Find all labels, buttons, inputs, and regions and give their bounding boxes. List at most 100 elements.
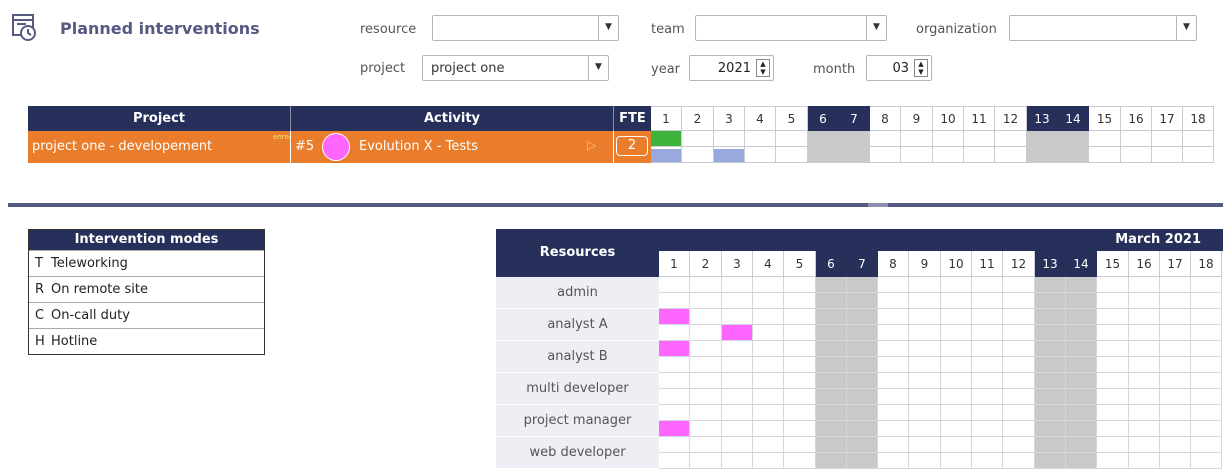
day-cell[interactable]	[816, 453, 847, 469]
day-cell[interactable]	[1121, 131, 1152, 147]
day-cell[interactable]	[784, 421, 816, 437]
day-cell[interactable]	[941, 325, 972, 341]
day-cell[interactable]	[1003, 357, 1035, 373]
day-cell[interactable]	[1160, 421, 1191, 437]
day-cell[interactable]	[1003, 389, 1035, 405]
day-cell[interactable]	[776, 131, 808, 147]
day-cell[interactable]	[941, 309, 972, 325]
day-cell[interactable]	[909, 405, 941, 421]
day-cell[interactable]	[1191, 293, 1222, 309]
day-cell[interactable]	[1066, 293, 1097, 309]
day-cell[interactable]	[1191, 325, 1222, 341]
day-cell[interactable]	[784, 341, 816, 357]
day-cell[interactable]	[847, 293, 878, 309]
day-cell[interactable]	[690, 373, 722, 389]
day-cell[interactable]	[1129, 421, 1160, 437]
day-cell[interactable]	[808, 131, 839, 147]
day-cell[interactable]	[690, 437, 722, 453]
day-cell[interactable]	[901, 131, 933, 147]
day-cell[interactable]	[847, 453, 878, 469]
planned-mark[interactable]	[651, 131, 681, 146]
day-cell[interactable]	[972, 389, 1003, 405]
day-cell[interactable]	[1066, 405, 1097, 421]
day-cell[interactable]	[1003, 277, 1035, 293]
day-cell[interactable]	[1191, 453, 1222, 469]
year-stepper[interactable]: 2021 ▲ ▼	[689, 55, 774, 81]
day-cell[interactable]	[1160, 373, 1191, 389]
chevron-down-icon[interactable]: ▼	[1176, 16, 1196, 40]
day-cell[interactable]	[722, 405, 753, 421]
day-cell[interactable]	[909, 389, 941, 405]
resource-name[interactable]: admin	[496, 277, 659, 309]
day-cell[interactable]	[816, 309, 847, 325]
day-cell[interactable]	[941, 357, 972, 373]
planned-mark[interactable]	[659, 309, 689, 324]
day-cell[interactable]	[1160, 293, 1191, 309]
day-cell[interactable]	[847, 277, 878, 293]
day-cell[interactable]	[714, 131, 745, 147]
day-cell[interactable]	[972, 341, 1003, 357]
day-cell[interactable]	[1129, 341, 1160, 357]
day-cell[interactable]	[1003, 405, 1035, 421]
day-cell[interactable]	[1191, 437, 1222, 453]
day-cell[interactable]	[784, 325, 816, 341]
day-cell[interactable]	[816, 293, 847, 309]
day-cell[interactable]	[816, 341, 847, 357]
day-cell[interactable]	[1035, 277, 1066, 293]
day-cell[interactable]	[659, 373, 690, 389]
day-cell[interactable]	[909, 277, 941, 293]
day-cell[interactable]	[1097, 373, 1129, 389]
day-cell[interactable]	[753, 437, 784, 453]
day-cell[interactable]	[816, 325, 847, 341]
day-cell[interactable]	[816, 421, 847, 437]
day-cell[interactable]	[1129, 277, 1160, 293]
chevron-down-icon[interactable]: ▼	[598, 16, 618, 40]
resource-name[interactable]: analyst A	[496, 309, 659, 341]
day-cell[interactable]	[878, 277, 909, 293]
panel-splitter[interactable]	[8, 203, 1223, 207]
day-cell[interactable]	[1035, 357, 1066, 373]
resource-name[interactable]: project manager	[496, 405, 659, 437]
day-cell[interactable]	[1066, 421, 1097, 437]
day-cell[interactable]	[847, 357, 878, 373]
resource-name[interactable]: analyst B	[496, 341, 659, 373]
day-cell[interactable]	[1003, 453, 1035, 469]
day-cell[interactable]	[682, 131, 714, 147]
day-cell[interactable]	[1035, 405, 1066, 421]
day-cell[interactable]	[878, 421, 909, 437]
day-cell[interactable]	[1129, 389, 1160, 405]
day-cell[interactable]	[745, 147, 776, 163]
day-cell[interactable]	[1003, 309, 1035, 325]
day-cell[interactable]	[972, 293, 1003, 309]
day-cell[interactable]	[1160, 389, 1191, 405]
day-cell[interactable]	[847, 325, 878, 341]
day-cell[interactable]	[847, 341, 878, 357]
day-cell[interactable]	[878, 357, 909, 373]
day-cell[interactable]	[1066, 325, 1097, 341]
day-cell[interactable]	[1097, 437, 1129, 453]
day-cell[interactable]	[909, 341, 941, 357]
project-select[interactable]: project one ▼	[422, 55, 609, 81]
day-cell[interactable]	[1191, 389, 1222, 405]
day-cell[interactable]	[816, 389, 847, 405]
day-cell[interactable]	[909, 373, 941, 389]
day-cell[interactable]	[753, 421, 784, 437]
planned-mark[interactable]	[714, 149, 744, 162]
day-cell[interactable]	[1183, 147, 1214, 163]
planned-mark[interactable]	[651, 149, 681, 162]
day-cell[interactable]	[909, 293, 941, 309]
day-cell[interactable]	[1066, 373, 1097, 389]
day-cell[interactable]	[1035, 437, 1066, 453]
day-cell[interactable]	[878, 325, 909, 341]
spin-arrows-icon[interactable]: ▲ ▼	[756, 59, 770, 77]
day-cell[interactable]	[722, 421, 753, 437]
day-cell[interactable]	[1003, 437, 1035, 453]
day-cell[interactable]	[909, 453, 941, 469]
planned-mark[interactable]	[659, 341, 689, 356]
day-cell[interactable]	[753, 325, 784, 341]
day-cell[interactable]	[1129, 325, 1160, 341]
day-cell[interactable]	[972, 453, 1003, 469]
project-cell[interactable]: project one - developement enregistré	[28, 131, 309, 163]
planned-mark[interactable]	[722, 325, 752, 340]
day-cell[interactable]	[964, 131, 995, 147]
